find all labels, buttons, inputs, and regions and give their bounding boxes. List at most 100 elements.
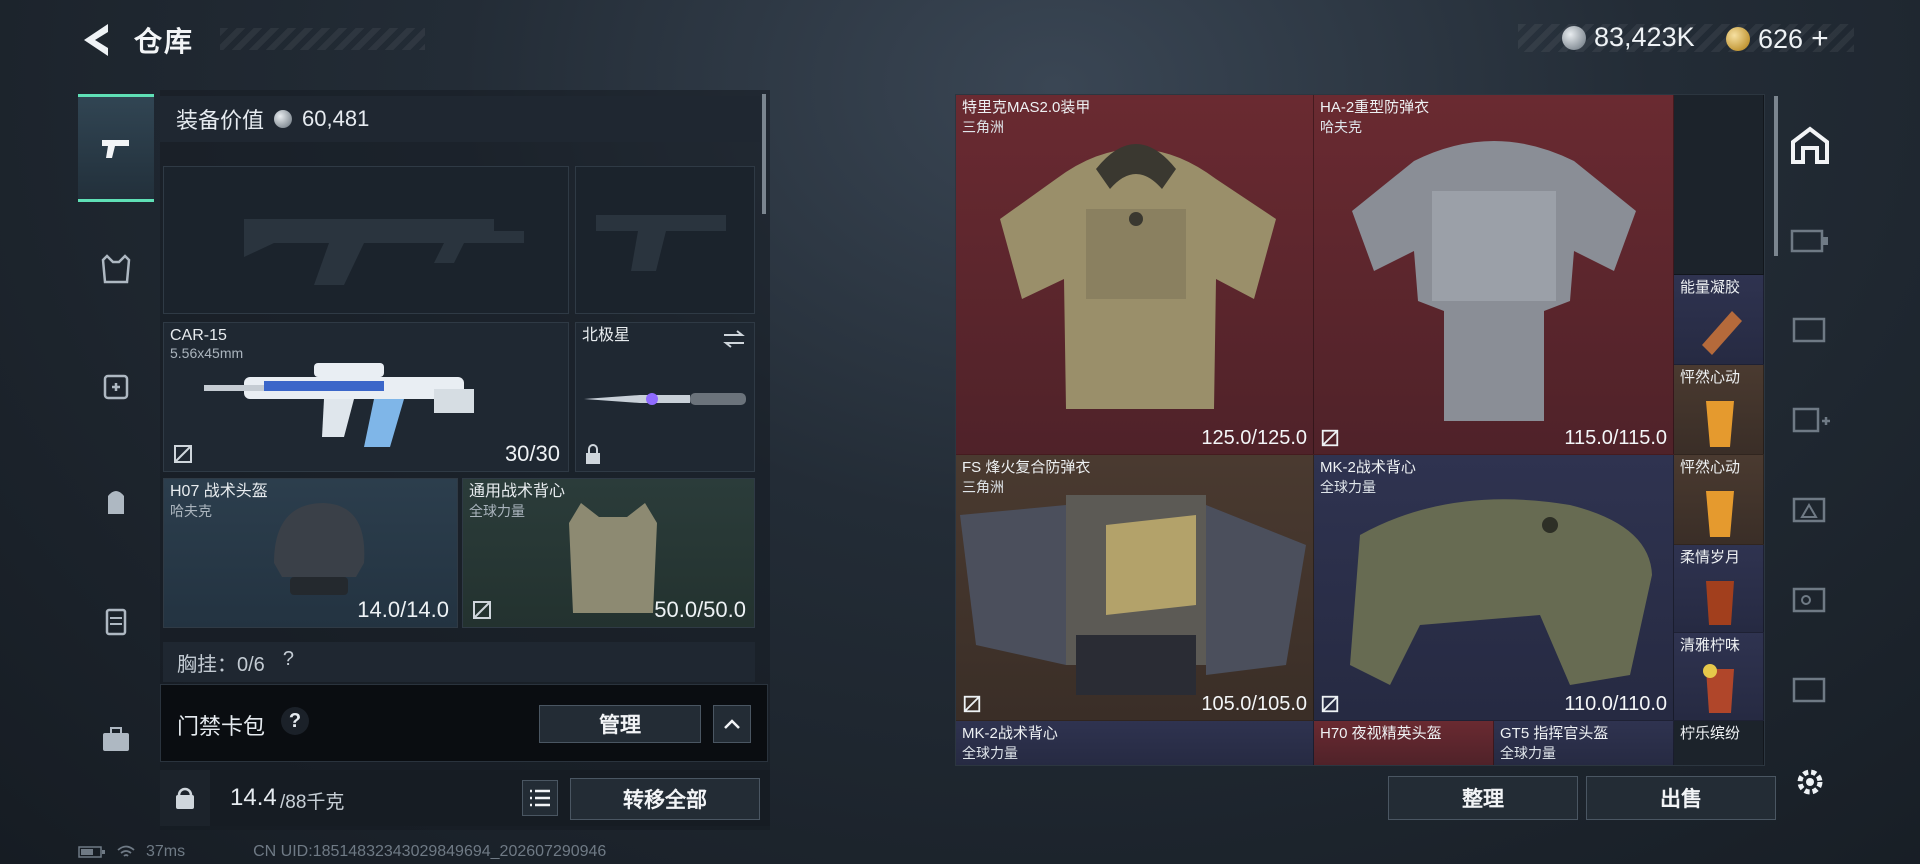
uid: CN UID:18514832343029849694_202607290946 <box>253 843 607 860</box>
keycard-help-icon[interactable]: ? <box>281 707 309 735</box>
inventory-item[interactable]: 怦然心动 <box>1674 455 1764 545</box>
item-name: 柠乐缤纷 <box>1680 725 1741 742</box>
backpack-icon <box>108 491 124 514</box>
rifle-silhouette-icon <box>244 219 524 285</box>
sell-button[interactable]: 出售 <box>1586 776 1776 820</box>
weight-current: 14.4 <box>230 784 277 811</box>
back-arrow-icon <box>84 24 108 56</box>
inventory-item[interactable]: MK-2战术背心 全球力量 <box>956 721 1314 765</box>
page-title: 仓库 <box>134 26 195 57</box>
inventory-item[interactable]: HA-2重型防弹衣 哈夫克 115.0/115.0 <box>1314 95 1674 455</box>
storage-home-tab[interactable] <box>1776 110 1844 180</box>
tab-case[interactable] <box>78 704 154 774</box>
tab-medical[interactable] <box>78 350 154 420</box>
storage-tab-iv-1[interactable] <box>1776 294 1844 364</box>
chest-rig-row: 胸挂：0/6 ? <box>163 642 755 682</box>
back-button[interactable] <box>78 18 114 62</box>
manage-button[interactable]: 管理 <box>539 705 701 743</box>
scrollbar[interactable] <box>762 94 766 214</box>
no-insure-icon <box>1321 695 1339 713</box>
no-insure-icon <box>1321 429 1339 447</box>
equipment-panel: 装备价值 60,481 CAR-15 5.56x45mm 30/30 北极星 H… <box>160 90 770 830</box>
status-bar: 37ms CN UID:18514832343029849694_2026072… <box>78 842 606 862</box>
container-icon <box>105 608 127 636</box>
item-name: 能量凝胶 <box>1680 279 1741 296</box>
chevron-up-icon <box>724 719 740 729</box>
item-durability: 110.0/110.0 <box>1564 693 1667 715</box>
inventory-item[interactable]: 清雅柠味 <box>1674 633 1764 721</box>
item-name: MK-2战术背心 <box>1320 459 1416 476</box>
inventory-item[interactable]: FS 烽火复合防弹衣 三角洲 105.0/105.0 <box>956 455 1314 721</box>
equipment-value: 60,481 <box>302 106 370 131</box>
storage-box-icon <box>1792 317 1826 343</box>
kettlebell-icon <box>176 787 194 809</box>
lemon-drink-icon <box>1703 664 1734 713</box>
helmet-durability: 14.0/14.0 <box>357 597 449 622</box>
item-maker: 全球力量 <box>1500 745 1556 761</box>
melee-slot[interactable]: 北极星 <box>575 322 755 472</box>
inventory-item[interactable]: MK-2战术背心 全球力量 110.0/110.0 <box>1314 455 1674 721</box>
tab-weapons[interactable] <box>78 94 154 202</box>
storage-box-icon <box>1792 677 1826 703</box>
inventory-item[interactable]: 怦然心动 <box>1674 365 1764 455</box>
storage-tab-gti-2[interactable] <box>1776 564 1844 634</box>
pistol-icon <box>102 140 129 158</box>
item-durability: 115.0/115.0 <box>1564 427 1667 449</box>
item-name: GT5 指挥官头盔 <box>1500 725 1609 742</box>
primary-weapon-slot-empty[interactable] <box>163 166 569 314</box>
no-insure-icon <box>473 601 491 619</box>
gold-currency[interactable]: 626 + <box>1726 22 1829 56</box>
inventory-item[interactable]: 特里克MAS2.0装甲 三角洲 125.0/125.0 <box>956 95 1314 455</box>
weight-bar: 14.4 /88千克 转移全部 <box>160 770 770 826</box>
armor-icon <box>1000 144 1276 409</box>
weapon-ammo: 30/30 <box>504 441 560 466</box>
no-insure-icon <box>963 695 981 713</box>
tab-backpack[interactable] <box>78 466 154 536</box>
storage-key-icon <box>1792 587 1826 613</box>
storage-tab-v[interactable] <box>1776 654 1844 724</box>
inventory-item[interactable]: H70 夜视精英头盔 <box>1314 721 1494 765</box>
secondary-weapon-slot-empty[interactable] <box>575 166 755 314</box>
swap-icon[interactable] <box>722 329 746 349</box>
lock-icon <box>586 444 600 464</box>
vest-slot[interactable]: 通用战术背心 全球力量 50.0/50.0 <box>462 478 755 628</box>
pistol-silhouette-icon <box>596 215 726 271</box>
vest-maker: 全球力量 <box>469 503 525 519</box>
vest-icon <box>101 254 131 284</box>
item-name: FS 烽火复合防弹衣 <box>962 459 1091 476</box>
item-maker: 全球力量 <box>962 745 1018 761</box>
heavy-armor-icon <box>1352 141 1636 421</box>
energy-gel-icon <box>1702 311 1742 355</box>
gear-icon <box>1797 769 1823 795</box>
title-decoration <box>220 28 425 50</box>
item-durability: 125.0/125.0 <box>1201 427 1307 449</box>
inventory-item[interactable]: GT5 指挥官头盔 全球力量 <box>1494 721 1674 765</box>
storage-tab-gti[interactable] <box>1776 204 1844 274</box>
tab-container[interactable] <box>78 586 154 656</box>
collapse-button[interactable] <box>713 705 751 743</box>
tab-vest[interactable] <box>78 234 154 304</box>
helmet-slot[interactable]: H07 战术头盔 哈夫克 14.0/14.0 <box>163 478 458 628</box>
inventory-item[interactable]: 柠乐缤纷 <box>1674 721 1764 765</box>
storage-warning-icon <box>1792 497 1826 523</box>
tactical-vest-icon <box>1350 499 1652 685</box>
item-name: 柔情岁月 <box>1680 549 1741 566</box>
storage-tab-iv-2[interactable] <box>1776 384 1844 454</box>
vest-item-icon <box>569 503 657 613</box>
inventory-empty-cell[interactable] <box>1674 95 1764 275</box>
orange-drink-icon <box>1706 491 1734 537</box>
silver-coin-icon <box>274 110 293 128</box>
primary-weapon-slot[interactable]: CAR-15 5.56x45mm 30/30 <box>163 322 569 472</box>
helmet-icon <box>274 503 365 595</box>
transfer-all-button[interactable]: 转移全部 <box>570 778 760 820</box>
inventory-item[interactable]: 柔情岁月 <box>1674 545 1764 633</box>
inventory-grid: 特里克MAS2.0装甲 三角洲 125.0/125.0 HA-2重型防弹衣 哈夫… <box>955 94 1765 766</box>
silver-currency: 83,423K <box>1562 22 1695 53</box>
inventory-item[interactable]: 能量凝胶 <box>1674 275 1764 365</box>
silver-amount: 83,423K <box>1594 22 1695 52</box>
settings-button[interactable] <box>1788 760 1832 804</box>
list-view-button[interactable] <box>522 780 558 816</box>
sort-button[interactable]: 整理 <box>1388 776 1578 820</box>
gold-add-icon[interactable]: + <box>1811 22 1829 56</box>
storage-tab-iv-3[interactable] <box>1776 474 1844 544</box>
